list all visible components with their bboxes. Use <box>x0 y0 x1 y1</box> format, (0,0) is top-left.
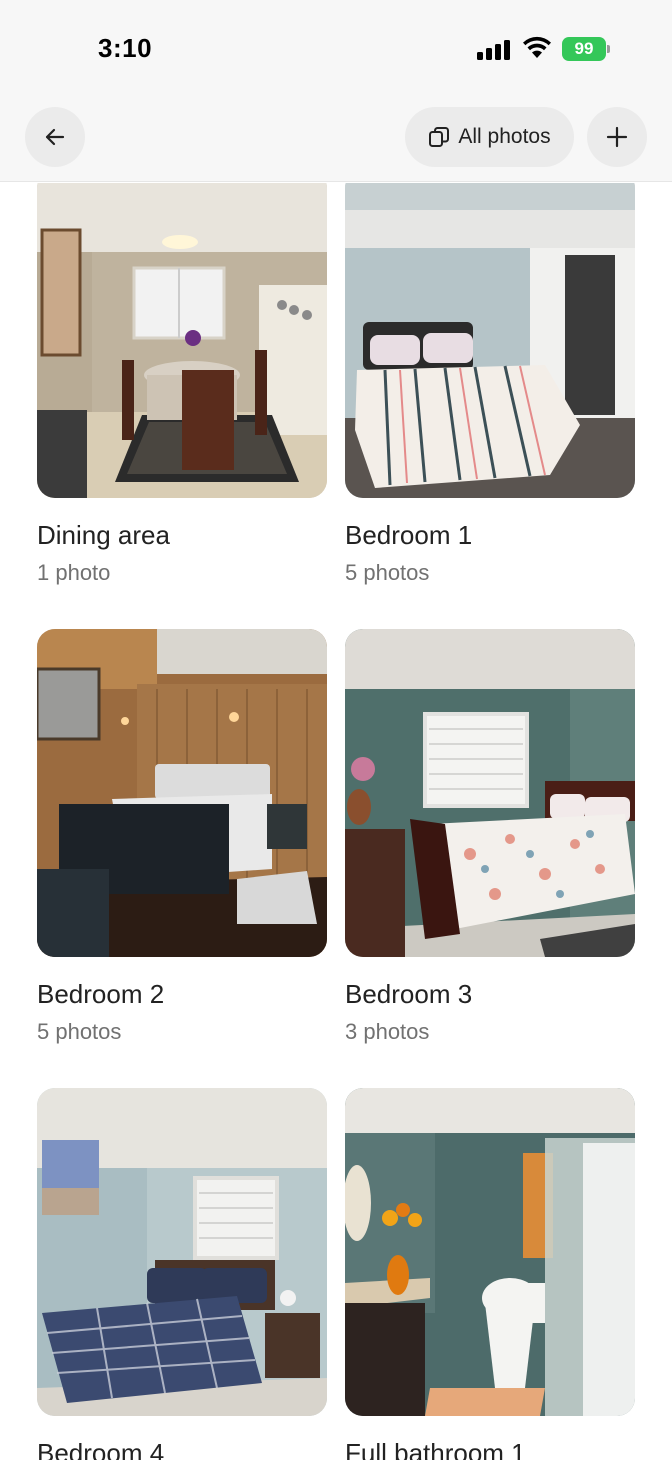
room-card-bedroom-4[interactable]: Bedroom 4 <box>37 1088 327 1460</box>
room-title: Bedroom 1 <box>345 520 473 550</box>
bedroom-2-photo[interactable] <box>37 629 327 957</box>
room-title: Bedroom 4 <box>37 1438 165 1460</box>
room-title: Dining area <box>37 520 170 550</box>
plus-icon <box>606 126 628 148</box>
copy-icon <box>429 127 450 147</box>
room-photo-count: 1 photo <box>37 560 111 585</box>
room-card-full-bathroom-1[interactable]: Full bathroom 1 <box>345 1088 635 1460</box>
wifi-icon <box>523 36 551 58</box>
full-bathroom-1-photo[interactable] <box>345 1088 635 1416</box>
status-time: 3:10 <box>98 33 153 63</box>
battery-icon: 99 <box>562 37 610 61</box>
room-card-bedroom-2[interactable]: Bedroom 2 5 photos <box>37 629 327 1045</box>
all-photos-label: All photos <box>458 125 551 148</box>
room-photo-count: 5 photos <box>345 560 430 585</box>
room-photo-count: 3 photos <box>345 1019 430 1044</box>
room-title: Bedroom 2 <box>37 979 165 1009</box>
room-card-bedroom-3[interactable]: Bedroom 3 3 photos <box>345 629 635 1045</box>
cellular-signal-icon <box>477 39 511 60</box>
back-button[interactable] <box>25 107 85 167</box>
room-card-dining-area[interactable]: Dining area 1 photo <box>37 183 327 586</box>
photo-tour-toolbar: All photos <box>0 100 672 182</box>
status-bar: 3:10 99 <box>0 0 672 100</box>
bedroom-3-photo[interactable] <box>345 629 635 957</box>
battery-level: 99 <box>562 37 606 61</box>
arrow-left-icon <box>45 128 65 146</box>
add-photo-button[interactable] <box>587 107 647 167</box>
dining-area-photo[interactable] <box>37 183 327 498</box>
bedroom-4-photo[interactable] <box>37 1088 327 1416</box>
room-photo-grid: Dining area 1 photo Bedroom 1 5 photos B… <box>0 183 672 1460</box>
room-title: Full bathroom 1 <box>345 1438 526 1460</box>
room-card-bedroom-1[interactable]: Bedroom 1 5 photos <box>345 183 635 586</box>
bedroom-1-photo[interactable] <box>345 183 635 498</box>
room-title: Bedroom 3 <box>345 979 473 1009</box>
room-photo-count: 5 photos <box>37 1019 122 1044</box>
all-photos-button[interactable]: All photos <box>405 107 574 167</box>
